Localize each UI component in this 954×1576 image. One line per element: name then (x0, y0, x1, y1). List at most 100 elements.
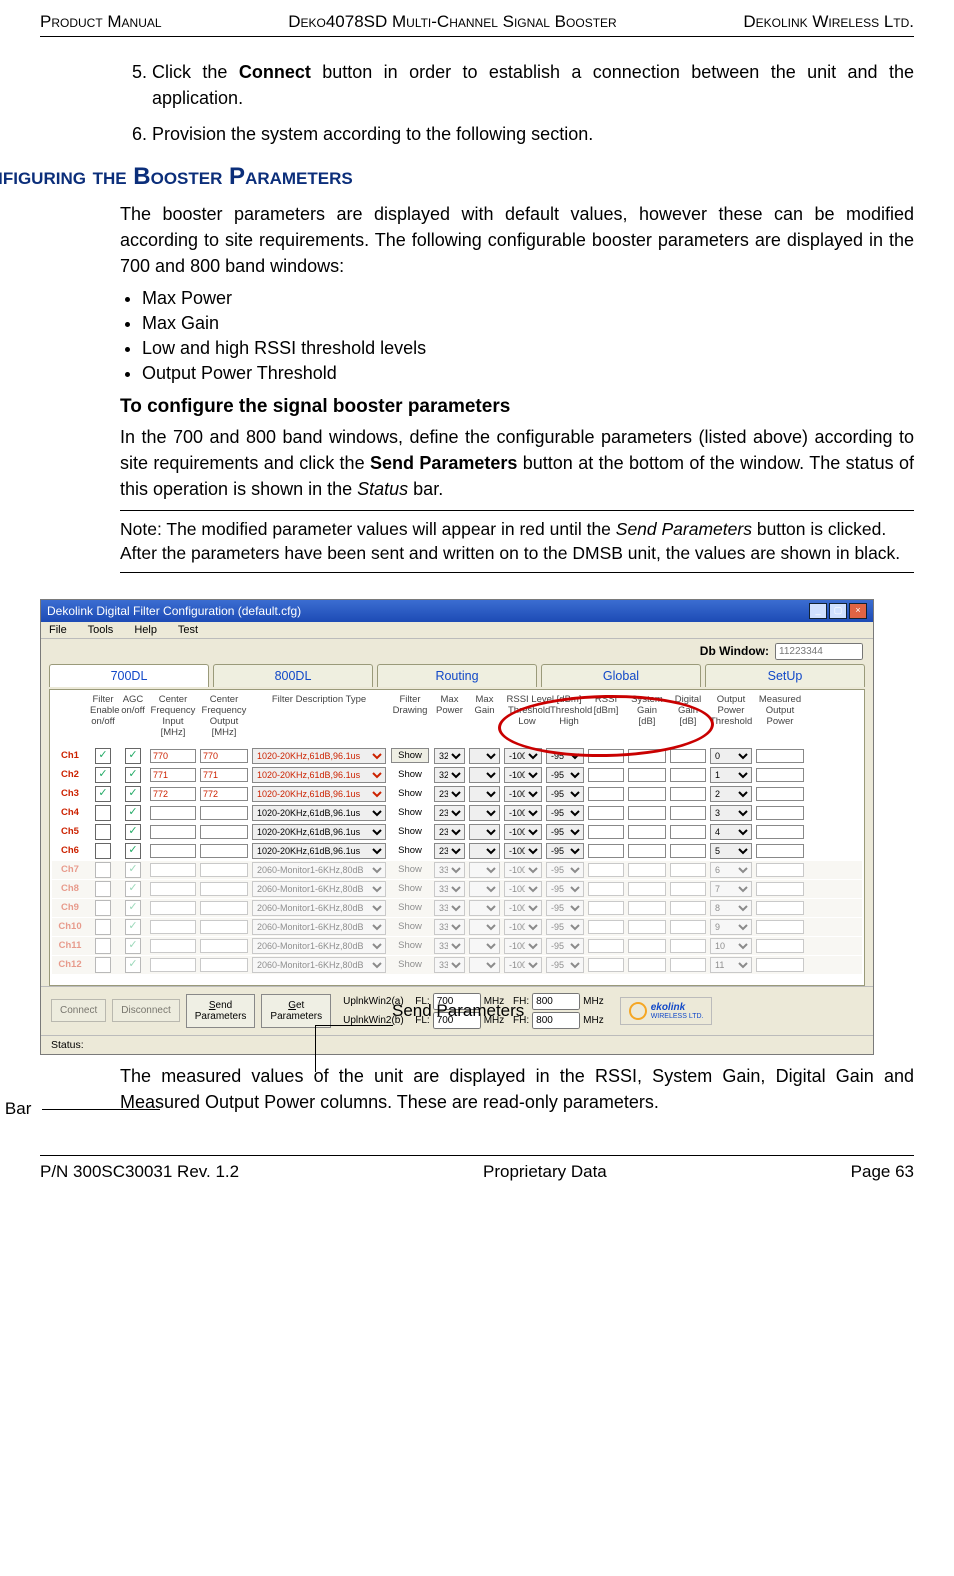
threshold-high-select[interactable]: -95 (546, 824, 584, 840)
freq-in-field[interactable] (150, 958, 196, 972)
filter-enable-checkbox[interactable] (95, 824, 111, 840)
send-parameters-button[interactable]: SendParameters (186, 994, 256, 1028)
threshold-high-select[interactable]: -95 (546, 900, 584, 916)
max-gain-select[interactable] (469, 919, 500, 935)
threshold-high-select[interactable]: -95 (546, 786, 584, 802)
max-power-select[interactable]: 33 (434, 862, 465, 878)
freq-out-field[interactable] (200, 825, 248, 839)
connect-button[interactable]: Connect (51, 999, 106, 1022)
threshold-high-select[interactable]: -95 (546, 957, 584, 973)
tab-routing[interactable]: Routing (377, 664, 537, 687)
max-power-select[interactable]: 32 (434, 767, 465, 783)
max-power-select[interactable]: 33 (434, 881, 465, 897)
freq-in-field[interactable] (150, 882, 196, 896)
fh-b-field[interactable] (532, 1012, 580, 1029)
freq-in-field[interactable] (150, 939, 196, 953)
threshold-low-select[interactable]: -100 (504, 748, 542, 764)
freq-in-field[interactable] (150, 806, 196, 820)
filter-enable-checkbox[interactable] (95, 938, 111, 954)
fh-a-field[interactable] (532, 993, 580, 1010)
freq-out-field[interactable] (200, 939, 248, 953)
tab-setup[interactable]: SetUp (705, 664, 865, 687)
tab-global[interactable]: Global (541, 664, 701, 687)
max-gain-select[interactable] (469, 767, 500, 783)
agc-checkbox[interactable] (125, 767, 141, 783)
filter-enable-checkbox[interactable] (95, 786, 111, 802)
threshold-high-select[interactable]: -95 (546, 767, 584, 783)
filter-enable-checkbox[interactable] (95, 881, 111, 897)
menu-help[interactable]: Help (134, 624, 157, 636)
filter-enable-checkbox[interactable] (95, 919, 111, 935)
filter-type-select[interactable]: 2060-Monitor1-6KHz,80dB (252, 862, 386, 878)
filter-enable-checkbox[interactable] (95, 957, 111, 973)
output-threshold-select[interactable]: 11 (710, 957, 752, 973)
maximize-icon[interactable]: ▢ (829, 603, 847, 619)
max-power-select[interactable]: 23 (434, 824, 465, 840)
max-power-select[interactable]: 33 (434, 919, 465, 935)
freq-in-field[interactable] (150, 920, 196, 934)
agc-checkbox[interactable] (125, 843, 141, 859)
menu-bar[interactable]: File Tools Help Test (41, 622, 873, 639)
max-power-select[interactable]: 33 (434, 957, 465, 973)
threshold-high-select[interactable]: -95 (546, 805, 584, 821)
agc-checkbox[interactable] (125, 938, 141, 954)
freq-in-field[interactable] (150, 787, 196, 801)
output-threshold-select[interactable]: 9 (710, 919, 752, 935)
output-threshold-select[interactable]: 0 (710, 748, 752, 764)
max-gain-select[interactable] (469, 805, 500, 821)
filter-type-select[interactable]: 1020-20KHz,61dB,96.1us (252, 767, 386, 783)
close-icon[interactable]: × (849, 603, 867, 619)
output-threshold-select[interactable]: 6 (710, 862, 752, 878)
agc-checkbox[interactable] (125, 862, 141, 878)
menu-file[interactable]: File (49, 624, 67, 636)
threshold-high-select[interactable]: -95 (546, 748, 584, 764)
freq-out-field[interactable] (200, 901, 248, 915)
filter-enable-checkbox[interactable] (95, 900, 111, 916)
threshold-low-select[interactable]: -100 (504, 919, 542, 935)
freq-in-field[interactable] (150, 825, 196, 839)
freq-in-field[interactable] (150, 901, 196, 915)
window-titlebar[interactable]: Dekolink Digital Filter Configuration (d… (41, 600, 873, 622)
threshold-low-select[interactable]: -100 (504, 881, 542, 897)
freq-out-field[interactable] (200, 958, 248, 972)
threshold-low-select[interactable]: -100 (504, 843, 542, 859)
max-gain-select[interactable] (469, 900, 500, 916)
filter-enable-checkbox[interactable] (95, 862, 111, 878)
threshold-low-select[interactable]: -100 (504, 938, 542, 954)
freq-out-field[interactable] (200, 882, 248, 896)
max-gain-select[interactable] (469, 862, 500, 878)
output-threshold-select[interactable]: 8 (710, 900, 752, 916)
max-power-select[interactable]: 23 (434, 786, 465, 802)
output-threshold-select[interactable]: 5 (710, 843, 752, 859)
agc-checkbox[interactable] (125, 881, 141, 897)
tab-800dl[interactable]: 800DL (213, 664, 373, 687)
filter-enable-checkbox[interactable] (95, 843, 111, 859)
freq-in-field[interactable] (150, 844, 196, 858)
filter-type-select[interactable]: 1020-20KHz,61dB,96.1us (252, 843, 386, 859)
output-threshold-select[interactable]: 1 (710, 767, 752, 783)
threshold-low-select[interactable]: -100 (504, 767, 542, 783)
threshold-high-select[interactable]: -95 (546, 843, 584, 859)
threshold-low-select[interactable]: -100 (504, 824, 542, 840)
freq-in-field[interactable] (150, 863, 196, 877)
filter-type-select[interactable]: 2060-Monitor1-6KHz,80dB (252, 881, 386, 897)
show-button[interactable]: Show (391, 748, 429, 763)
threshold-low-select[interactable]: -100 (504, 957, 542, 973)
max-power-select[interactable]: 33 (434, 900, 465, 916)
output-threshold-select[interactable]: 3 (710, 805, 752, 821)
agc-checkbox[interactable] (125, 900, 141, 916)
minimize-icon[interactable]: _ (809, 603, 827, 619)
filter-type-select[interactable]: 1020-20KHz,61dB,96.1us (252, 805, 386, 821)
freq-in-field[interactable] (150, 768, 196, 782)
output-threshold-select[interactable]: 2 (710, 786, 752, 802)
max-power-select[interactable]: 33 (434, 938, 465, 954)
threshold-high-select[interactable]: -95 (546, 919, 584, 935)
max-gain-select[interactable] (469, 748, 500, 764)
max-power-select[interactable]: 23 (434, 805, 465, 821)
freq-out-field[interactable] (200, 768, 248, 782)
threshold-low-select[interactable]: -100 (504, 786, 542, 802)
freq-out-field[interactable] (200, 920, 248, 934)
threshold-low-select[interactable]: -100 (504, 900, 542, 916)
max-power-select[interactable]: 23 (434, 843, 465, 859)
freq-out-field[interactable] (200, 806, 248, 820)
